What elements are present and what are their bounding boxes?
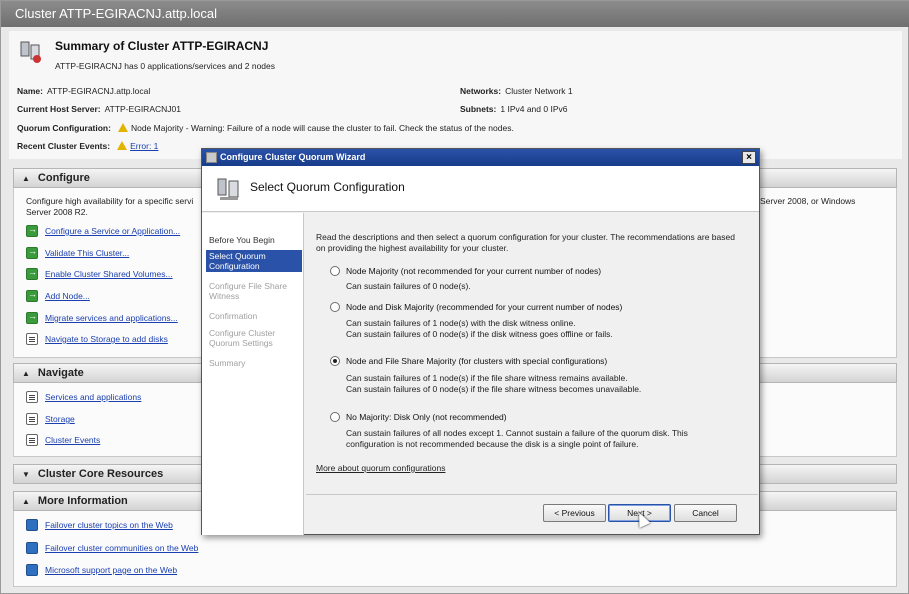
cluster-icon	[20, 41, 41, 63]
option-node-majority-label[interactable]: Node Majority (not recommended for your …	[346, 266, 601, 276]
networks-row: Networks: Cluster Network 1	[460, 86, 573, 96]
warning-icon	[117, 141, 128, 150]
document-icon	[26, 434, 38, 446]
name-value: ATTP-EGIRACNJ.attp.local	[46, 86, 151, 96]
option-node-file-share-majority-desc: Can sustain failures of 1 node(s) if the…	[346, 373, 642, 394]
document-icon	[26, 333, 38, 345]
migrate-services-task[interactable]: Migrate services and applications...	[26, 311, 178, 324]
step-select-quorum[interactable]: Select Quorum Configuration	[206, 250, 302, 272]
summary-heading: Summary of Cluster ATTP-EGIRACNJ	[55, 39, 269, 53]
wizard-steps-panel: Before You Begin Select Quorum Configura…	[202, 213, 304, 535]
host-label: Current Host Server:	[17, 104, 101, 114]
networks-value: Cluster Network 1	[505, 86, 573, 96]
quorum-wizard-dialog: Configure Cluster Quorum Wizard × Select…	[201, 148, 760, 535]
step-before-you-begin[interactable]: Before You Begin	[206, 234, 302, 246]
wizard-footer-divider	[306, 494, 758, 495]
configure-service-task[interactable]: Configure a Service or Application...	[26, 224, 180, 237]
cluster-icon	[217, 178, 239, 200]
wizard-titlebar[interactable]: Configure Cluster Quorum Wizard ×	[202, 149, 759, 166]
quorum-row: Quorum Configuration: Node Majority - War…	[17, 123, 514, 133]
failover-topics-link[interactable]: Failover cluster topics on the Web	[26, 519, 173, 531]
failover-communities-link[interactable]: Failover cluster communities on the Web	[26, 542, 198, 554]
quorum-value: Node Majority - Warning: Failure of a no…	[130, 123, 514, 133]
host-row: Current Host Server: ATTP-EGIRACNJ01	[17, 104, 181, 114]
error-events-link[interactable]: Error: 1	[130, 141, 158, 151]
option-node-majority-desc: Can sustain failures of 0 node(s).	[346, 281, 471, 291]
step-confirmation: Confirmation	[209, 311, 258, 321]
summary-subtitle: ATTP-EGIRACNJ has 0 applications/service…	[55, 61, 275, 71]
enable-csv-task[interactable]: Enable Cluster Shared Volumes...	[26, 267, 173, 280]
name-row: Name: ATTP-EGIRACNJ.attp.local	[17, 86, 150, 96]
step-configure-quorum-settings: Configure Cluster Quorum Settings	[209, 328, 276, 348]
previous-button[interactable]: < Previous	[543, 504, 606, 522]
help-book-icon	[26, 564, 38, 576]
collapse-caret-icon: ▲	[22, 174, 30, 183]
wizard-title: Configure Cluster Quorum Wizard	[220, 152, 366, 162]
option-no-majority-label[interactable]: No Majority: Disk Only (not recommended)	[346, 412, 507, 422]
cluster-events-link[interactable]: Cluster Events	[26, 434, 100, 446]
name-label: Name:	[17, 86, 43, 96]
help-book-icon	[26, 542, 38, 554]
host-value: ATTP-EGIRACNJ01	[104, 104, 181, 114]
configure-description-right: Server 2008, or Windows	[760, 196, 856, 206]
microsoft-support-link[interactable]: Microsoft support page on the Web	[26, 564, 177, 576]
action-arrow-icon	[26, 246, 38, 259]
services-applications-link[interactable]: Services and applications	[26, 391, 141, 403]
summary-panel: Summary of Cluster ATTP-EGIRACNJ ATTP-EG…	[9, 31, 902, 159]
configure-description: Configure high availability for a specif…	[26, 196, 194, 217]
action-arrow-icon	[26, 224, 38, 237]
add-node-task[interactable]: Add Node...	[26, 289, 90, 302]
wizard-header: Select Quorum Configuration	[202, 166, 759, 212]
subnets-label: Subnets:	[460, 104, 497, 114]
subnets-row: Subnets: 1 IPv4 and 0 IPv6	[460, 104, 567, 114]
radio-no-majority-disk-only[interactable]	[330, 412, 340, 422]
option-node-disk-majority-desc: Can sustain failures of 1 node(s) with t…	[346, 318, 613, 339]
radio-node-majority[interactable]	[330, 266, 340, 276]
subnets-value: 1 IPv4 and 0 IPv6	[500, 104, 568, 114]
wizard-intro: Read the descriptions and then select a …	[316, 232, 735, 253]
document-icon	[26, 391, 38, 403]
wizard-heading: Select Quorum Configuration	[250, 180, 405, 194]
storage-link[interactable]: Storage	[26, 413, 75, 425]
cancel-button[interactable]: Cancel	[674, 504, 737, 522]
radio-node-disk-majority[interactable]	[330, 302, 340, 312]
radio-node-file-share-majority[interactable]	[330, 356, 340, 366]
action-arrow-icon	[26, 311, 38, 324]
expand-caret-icon: ▼	[22, 470, 30, 479]
events-row: Recent Cluster Events: Error: 1	[17, 141, 158, 151]
option-no-majority-desc: Can sustain failures of all nodes except…	[346, 428, 688, 449]
document-icon	[26, 413, 38, 425]
quorum-label: Quorum Configuration:	[17, 123, 111, 133]
step-summary: Summary	[209, 358, 246, 368]
option-node-disk-majority-label[interactable]: Node and Disk Majority (recommended for …	[346, 302, 622, 312]
step-configure-file-share: Configure File Share Witness	[209, 281, 287, 301]
close-button[interactable]: ×	[742, 151, 756, 164]
warning-icon	[117, 123, 128, 132]
wizard-content: Read the descriptions and then select a …	[306, 213, 759, 493]
validate-cluster-task[interactable]: Validate This Cluster...	[26, 246, 129, 259]
console-title: Cluster ATTP-EGIRACNJ.attp.local	[1, 1, 909, 27]
help-book-icon	[26, 519, 38, 531]
more-quorum-link[interactable]: More about quorum configurations	[316, 463, 445, 474]
action-arrow-icon	[26, 267, 38, 280]
wizard-window-icon	[206, 152, 217, 163]
action-arrow-icon	[26, 289, 38, 302]
events-label: Recent Cluster Events:	[17, 141, 111, 151]
networks-label: Networks:	[460, 86, 502, 96]
collapse-caret-icon: ▲	[22, 497, 30, 506]
collapse-caret-icon: ▲	[22, 369, 30, 378]
navigate-storage-task[interactable]: Navigate to Storage to add disks	[26, 333, 168, 345]
option-node-file-share-majority-label[interactable]: Node and File Share Majority (for cluste…	[346, 356, 607, 366]
